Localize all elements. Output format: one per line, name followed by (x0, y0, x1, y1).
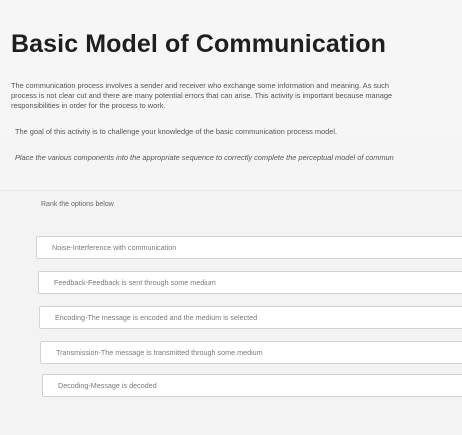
page-title: Basic Model of Communication (11, 30, 387, 58)
activity-page: Basic Model of Communication The communi… (0, 0, 462, 435)
rank-option-transmission[interactable]: Transmission-The message is transmitted … (40, 341, 462, 364)
goal-text: The goal of this activity is to challeng… (15, 127, 338, 136)
rank-option-label: Encoding-The message is encoded and the … (55, 313, 258, 322)
rank-option-encoding[interactable]: Encoding-The message is encoded and the … (39, 306, 462, 329)
intro-line: responsibilities in order for the proces… (11, 101, 166, 110)
rank-option-decoding[interactable]: Decoding-Message is decoded (42, 374, 462, 397)
rank-option-label: Noise-Interference with communication (52, 243, 177, 252)
intro-paragraph: The communication process involves a sen… (11, 81, 392, 111)
rank-option-feedback[interactable]: Feedback-Feedback is sent through some m… (38, 271, 462, 294)
intro-line: process is not clear cut and there are m… (11, 91, 393, 100)
rank-option-label: Transmission-The message is transmitted … (56, 348, 263, 357)
rank-instruction-label: Rank the options below (41, 201, 114, 208)
intro-line: The communication process involves a sen… (11, 81, 389, 90)
rank-option-label: Feedback-Feedback is sent through some m… (54, 278, 216, 287)
rank-option-noise[interactable]: Noise-Interference with communication (36, 236, 462, 259)
rank-option-label: Decoding-Message is decoded (58, 381, 157, 390)
instruction-text: Place the various components into the ap… (15, 153, 394, 162)
